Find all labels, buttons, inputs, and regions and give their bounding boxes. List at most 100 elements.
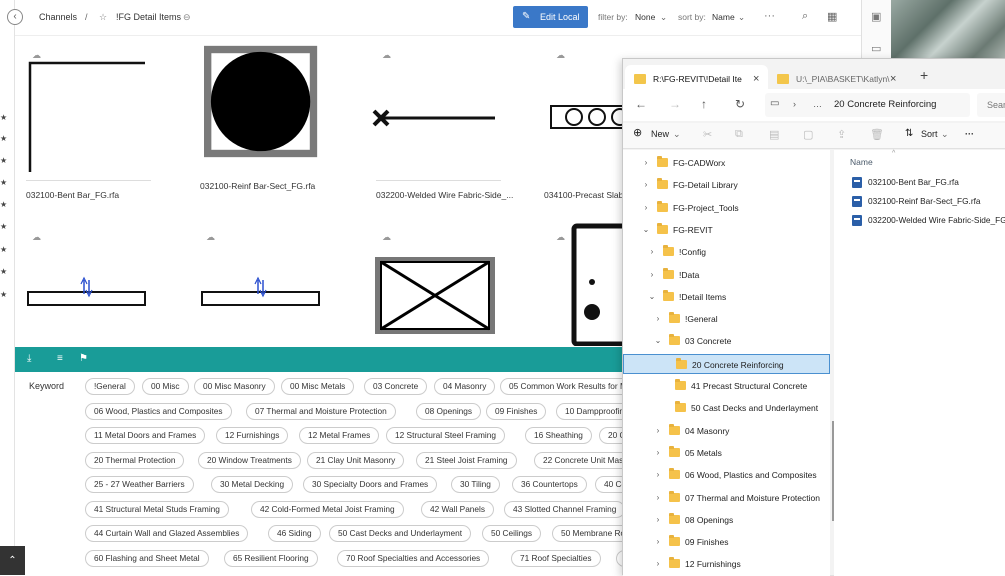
star-icon[interactable]: ★ bbox=[0, 134, 7, 143]
keyword-pill[interactable]: 41 Structural Metal Studs Framing bbox=[85, 501, 229, 518]
delete-icon[interactable]: 🗑 bbox=[870, 128, 884, 141]
grid-view-icon[interactable]: ▦ bbox=[827, 10, 837, 23]
copy-icon[interactable]: ⧉ bbox=[735, 128, 743, 141]
file-item[interactable]: 032200-Welded Wire Fabric-Side_FG.rfa bbox=[852, 212, 1005, 228]
keyword-pill[interactable]: 00 Misc bbox=[142, 378, 189, 395]
new-button[interactable]: New bbox=[651, 129, 669, 139]
star-icon[interactable]: ★ bbox=[0, 200, 7, 209]
star-icon[interactable]: ★ bbox=[0, 222, 7, 231]
file-item[interactable]: 032100-Reinf Bar-Sect_FG.rfa bbox=[852, 193, 981, 209]
keyword-pill[interactable]: 20 Window Treatments bbox=[198, 452, 301, 469]
chevron-right-icon[interactable]: › bbox=[653, 443, 663, 463]
tree-item[interactable]: › 12 Furnishings bbox=[623, 554, 830, 574]
keyword-pill[interactable]: 21 Steel Joist Framing bbox=[416, 452, 517, 469]
edit-local-button[interactable]: ✎ Edit Local bbox=[513, 6, 588, 28]
keyword-pill[interactable]: 12 Furnishings bbox=[216, 427, 289, 444]
keyword-pill[interactable]: 60 Flashing and Sheet Metal bbox=[85, 550, 209, 567]
search-input[interactable]: Sear bbox=[977, 93, 1005, 117]
star-icon[interactable]: ★ bbox=[0, 178, 7, 187]
keyword-pill[interactable]: 25 - 27 Weather Barriers bbox=[85, 476, 194, 493]
keyword-pill[interactable]: 06 Wood, Plastics and Composites bbox=[85, 403, 232, 420]
sort-chevron-icon[interactable]: ⌄ bbox=[738, 12, 745, 23]
image-icon[interactable]: ▣ bbox=[871, 10, 881, 23]
ellipsis-icon[interactable]: … bbox=[813, 99, 822, 109]
chevron-down-icon[interactable]: ⌄ bbox=[647, 287, 657, 307]
chevron-right-icon[interactable]: › bbox=[653, 488, 663, 508]
star-icon[interactable]: ★ bbox=[0, 290, 7, 299]
paste-icon[interactable]: ▤ bbox=[769, 128, 779, 141]
keyword-pill[interactable]: 30 Metal Decking bbox=[211, 476, 294, 493]
tree-item[interactable]: › !General bbox=[623, 309, 830, 329]
file-tile[interactable]: ☁ bbox=[544, 222, 622, 346]
more-options-icon[interactable]: ··· bbox=[764, 10, 775, 22]
keyword-pill[interactable]: 44 Curtain Wall and Glazed Assemblies bbox=[85, 525, 249, 542]
keyword-pill[interactable]: 10 Dampproofing and Wa bbox=[556, 403, 622, 420]
tree-item[interactable]: › FG-Project_Tools bbox=[623, 198, 830, 218]
keyword-pill[interactable]: 65 Resilient Flooring bbox=[224, 550, 318, 567]
keyword-pill[interactable]: 40 Cold-Formed M bbox=[595, 476, 622, 493]
keyword-pill[interactable]: 09 Finishes bbox=[486, 403, 547, 420]
address-bar[interactable]: ▭ › … 20 Concrete Reinforcing bbox=[765, 93, 970, 117]
file-tile[interactable]: 032100-Reinf Bar-Sect_FG.rfa bbox=[194, 44, 344, 204]
file-tile[interactable]: ☁ bbox=[20, 232, 170, 344]
tree-item[interactable]: › FG-Detail Library bbox=[623, 175, 830, 195]
keyword-pill[interactable]: 36 Countertops bbox=[512, 476, 587, 493]
keyword-pill[interactable]: 12 Metal Frames bbox=[299, 427, 380, 444]
keyword-pill[interactable]: 05 Common Work Results for Mason bbox=[500, 378, 622, 395]
chevron-right-icon[interactable]: › bbox=[653, 510, 663, 530]
download-icon[interactable]: ⤓ bbox=[27, 353, 31, 364]
star-icon[interactable]: ★ bbox=[0, 267, 7, 276]
star-icon[interactable]: ★ bbox=[0, 113, 7, 122]
list-icon[interactable]: ≡ bbox=[57, 353, 63, 364]
chevron-right-icon[interactable]: › bbox=[647, 265, 657, 285]
sort-icon[interactable]: ⇅ bbox=[905, 128, 913, 139]
chevron-right-icon[interactable]: › bbox=[647, 242, 657, 262]
keyword-pill[interactable]: 30 Specialty Doors and Frames bbox=[303, 476, 438, 493]
tree-item[interactable]: 50 Cast Decks and Underlayment bbox=[623, 398, 830, 418]
new-chevron-icon[interactable]: ⌄ bbox=[673, 129, 681, 140]
keyword-pill[interactable]: 46 Siding bbox=[268, 525, 321, 542]
link-icon[interactable]: ⊖ bbox=[183, 12, 191, 23]
keyword-pill[interactable]: 08 Openings bbox=[416, 403, 482, 420]
zoom-icon[interactable]: ⌕ bbox=[802, 10, 808, 23]
keyword-pill[interactable]: 00 Misc Masonry bbox=[194, 378, 275, 395]
back-icon[interactable]: ‹ bbox=[7, 9, 23, 25]
keyword-pill[interactable]: 03 Concrete bbox=[364, 378, 428, 395]
keyword-pill[interactable]: 50 Membrane Roofing bbox=[552, 525, 622, 542]
column-name-header[interactable]: Name bbox=[850, 157, 873, 167]
tree-item[interactable]: › !Config bbox=[623, 242, 830, 262]
share-icon[interactable]: ⇪ bbox=[837, 128, 846, 141]
keyword-pill[interactable]: !General bbox=[85, 378, 135, 395]
star-icon[interactable]: ★ bbox=[0, 156, 7, 165]
tree-item[interactable]: ⌄ !Detail Items bbox=[623, 287, 830, 307]
keyword-pill[interactable]: 16 Sheathing bbox=[525, 427, 592, 444]
file-tile[interactable]: ☁ 032200-Welded Wire Fabric-Side_... bbox=[370, 50, 520, 210]
chevron-down-icon[interactable]: ⌄ bbox=[641, 220, 651, 240]
chevron-right-icon[interactable]: › bbox=[653, 532, 663, 552]
sort-button[interactable]: Sort bbox=[921, 129, 938, 139]
filter-select[interactable]: None bbox=[635, 12, 655, 22]
up-arrow-icon[interactable]: ↑ bbox=[701, 97, 707, 111]
comment-icon[interactable]: ▭ bbox=[871, 42, 881, 55]
tree-item[interactable]: › 05 Metals bbox=[623, 443, 830, 463]
rename-icon[interactable]: ▢ bbox=[803, 128, 813, 141]
breadcrumb-channels[interactable]: Channels bbox=[39, 12, 77, 22]
tree-item[interactable]: › 04 Masonry bbox=[623, 421, 830, 441]
keyword-pill[interactable]: 42 Cold-Formed Metal Joist Framing bbox=[251, 501, 404, 518]
tree-item[interactable]: › 08 Openings bbox=[623, 510, 830, 530]
tree-item[interactable]: › FG-CADWorx bbox=[623, 153, 830, 173]
keyword-pill[interactable]: 22 Concrete Unit Masonry bbox=[534, 452, 622, 469]
star-icon[interactable]: ★ bbox=[0, 245, 7, 254]
tree-item[interactable]: › 09 Finishes bbox=[623, 532, 830, 552]
sort-chevron-icon[interactable]: ⌄ bbox=[941, 129, 949, 140]
keyword-pill[interactable]: 12 Structural Steel Framing bbox=[386, 427, 505, 444]
chevron-right-icon[interactable]: › bbox=[653, 421, 663, 441]
more-icon[interactable]: ··· bbox=[965, 129, 974, 139]
tree-item[interactable]: 20 Concrete Reinforcing bbox=[623, 353, 830, 374]
refresh-icon[interactable]: ↻ bbox=[735, 97, 745, 111]
tree-item[interactable]: ⌄ 03 Concrete bbox=[623, 331, 830, 351]
new-icon[interactable]: ⊕ bbox=[633, 126, 642, 139]
file-tile[interactable]: ☁ 034100-Precast Slab-... bbox=[544, 50, 622, 210]
keyword-pill[interactable]: 50 Ceilings bbox=[482, 525, 542, 542]
keyword-pill[interactable]: 30 Tiling bbox=[451, 476, 500, 493]
